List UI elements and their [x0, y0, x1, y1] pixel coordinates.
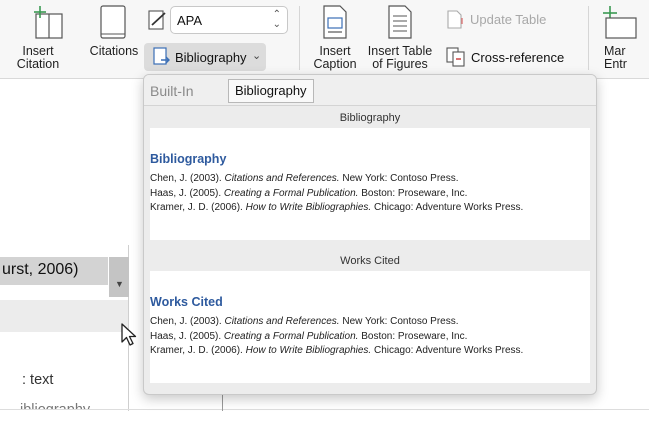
update-table-button[interactable]: Update Table [444, 8, 554, 30]
chevron-down-icon: ⌄ [252, 50, 262, 62]
document-text: : text [22, 372, 54, 388]
cross-reference-icon [446, 47, 465, 67]
ribbon-separator [299, 6, 300, 70]
margin-line [222, 395, 223, 411]
bibliography-button[interactable]: Bibliography ⌄ [144, 43, 266, 71]
insert-citation-button[interactable]: Insert Citation [17, 2, 70, 76]
preview-entry: Kramer, J. D. (2006). How to Write Bibli… [150, 345, 524, 356]
insert-caption-icon [323, 5, 347, 39]
bibliography-label: Bibliography [175, 50, 247, 65]
gallery-item-works-cited[interactable]: Works Cited Chen, J. (2003). Citations a… [150, 271, 590, 383]
citation-field[interactable]: urst, 2006) [0, 257, 108, 285]
update-table-icon [447, 10, 463, 29]
preview-heading: Works Cited [150, 295, 223, 309]
preview-entry: Kramer, J. D. (2006). How to Write Bibli… [150, 202, 524, 213]
gallery-item-bibliography[interactable]: Bibliography Chen, J. (2003). Citations … [150, 128, 590, 240]
style-icon [148, 10, 166, 30]
mark-entry-icon [603, 6, 637, 39]
field-highlight [0, 300, 128, 332]
insert-table-of-figures-label: Insert Table of Figures [367, 44, 433, 71]
citations-label: Citations [89, 44, 139, 58]
gallery-category-label: Built-In [150, 83, 194, 99]
chevron-down-icon: ▼ [115, 279, 124, 289]
update-table-label: Update Table [470, 12, 547, 27]
preview-entry: Haas, J. (2005). Creating a Formal Publi… [150, 330, 468, 342]
citations-icon [100, 5, 126, 39]
page-edge [0, 409, 649, 410]
mark-entry-label: Mar Entr [604, 44, 627, 71]
bibliography-style-select[interactable]: APA ⌃ ⌄ [170, 6, 288, 34]
preview-entry: Chen, J. (2003). Citations and Reference… [150, 316, 459, 327]
insert-citation-label: Insert Citation [16, 44, 60, 71]
mark-entry-button[interactable]: Mar Entr [600, 2, 649, 76]
style-select-value: APA [177, 13, 203, 28]
citation-options-button[interactable]: ▼ [109, 257, 129, 297]
preview-entry: Chen, J. (2003). Citations and Reference… [150, 173, 459, 184]
insert-table-of-figures-button[interactable]: Insert Table of Figures [366, 2, 434, 76]
mouse-pointer-icon [121, 323, 137, 346]
citations-button[interactable]: Citations [86, 2, 142, 62]
table-of-figures-icon [388, 5, 412, 39]
bibliography-icon [153, 47, 170, 65]
tooltip: Bibliography [228, 79, 314, 103]
bibliography-gallery: Built-In Bibliography Bibliography Bibli… [143, 74, 597, 395]
gallery-header: Built-In Bibliography [144, 75, 596, 106]
ribbon-separator [588, 6, 589, 70]
preview-entries: Chen, J. (2003). Citations and Reference… [150, 172, 590, 216]
preview-heading: Bibliography [150, 152, 227, 166]
cross-reference-label: Cross-reference [471, 50, 565, 65]
gallery-section-title: Works Cited [340, 255, 400, 267]
preview-entry: Haas, J. (2005). Creating a Formal Publi… [150, 187, 468, 199]
citation-text: urst, 2006) [2, 261, 79, 278]
cross-reference-button[interactable]: Cross-reference [444, 45, 574, 69]
insert-caption-button[interactable]: Insert Caption [312, 2, 358, 76]
chevron-updown-icon: ⌃ ⌄ [272, 9, 281, 30]
insert-citation-icon [34, 6, 63, 39]
preview-entries: Chen, J. (2003). Citations and Reference… [150, 315, 590, 359]
gallery-section-title: Bibliography [339, 112, 401, 124]
insert-caption-label: Insert Caption [313, 44, 357, 71]
references-ribbon: Insert Citation Citations APA ⌃ ⌄ Bibliog… [0, 0, 649, 79]
